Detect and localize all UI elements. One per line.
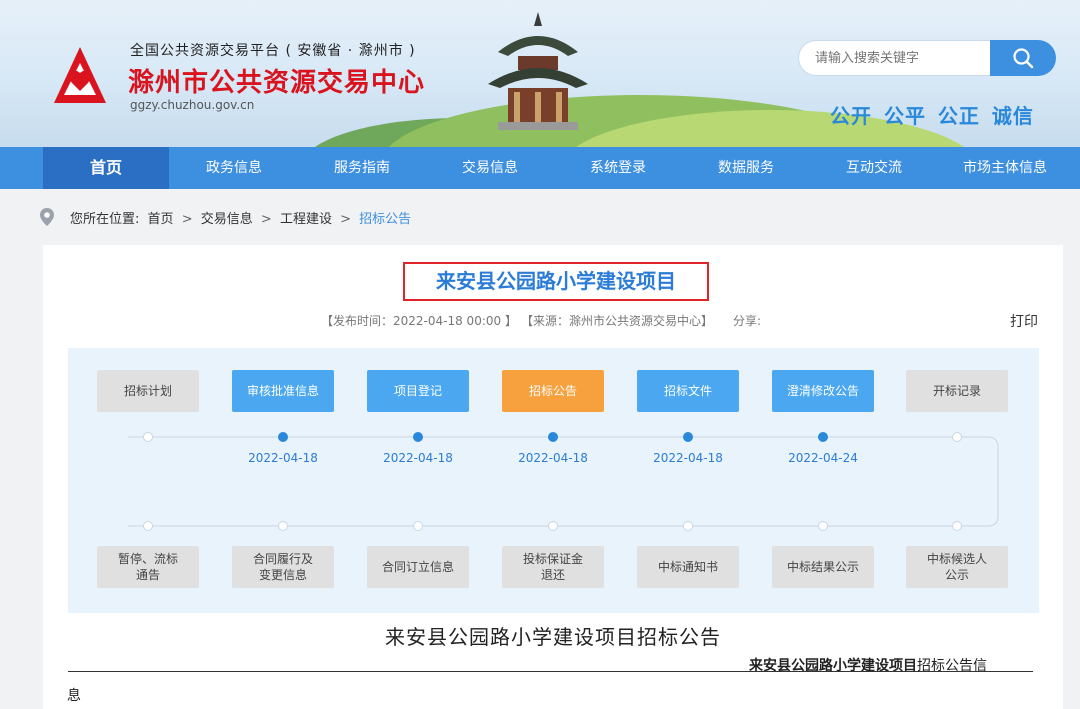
nav-item-home[interactable]: 首页 (43, 147, 169, 189)
flow-step-top[interactable]: 审核批准信息 (232, 370, 334, 412)
flow-dot-bottom (143, 521, 153, 531)
breadcrumb-separator: > (340, 212, 351, 227)
flow-dot-bottom (818, 521, 828, 531)
search-input[interactable] (798, 40, 998, 76)
location-pin-icon (40, 208, 54, 226)
nav-item-trade-info[interactable]: 交易信息 (426, 147, 554, 189)
flow-dot-bottom (683, 521, 693, 531)
flow-dot-bottom (278, 521, 288, 531)
breadcrumb-item-engineering[interactable]: 工程建设 (280, 212, 332, 227)
flow-step-top[interactable]: 招标文件 (637, 370, 739, 412)
flow-step-date: 2022-04-18 (518, 451, 588, 465)
flow-dot-top (548, 432, 558, 442)
project-title-highlight: 来安县公园路小学建设项目 (403, 262, 709, 301)
flow-dot-bottom (548, 521, 558, 531)
flow-step-bottom[interactable]: 合同履行及 变更信息 (232, 546, 334, 588)
nav-item-market-entity[interactable]: 市场主体信息 (930, 147, 1080, 189)
flow-step-top[interactable]: 招标计划 (97, 370, 199, 412)
nav-item-data-service[interactable]: 数据服务 (682, 147, 810, 189)
flow-step-date: 2022-04-18 (653, 451, 723, 465)
search-button[interactable] (990, 40, 1056, 76)
document-divider (68, 671, 1033, 672)
flow-step-date: 2022-04-18 (383, 451, 453, 465)
flow-step-bottom[interactable]: 中标通知书 (637, 546, 739, 588)
nav-item-interaction[interactable]: 互动交流 (810, 147, 938, 189)
flow-dot-top (952, 432, 962, 442)
flow-step-top[interactable]: 开标记录 (906, 370, 1008, 412)
nav-item-system-login[interactable]: 系统登录 (554, 147, 682, 189)
search-icon (1013, 48, 1034, 69)
flow-step-top[interactable]: 项目登记 (367, 370, 469, 412)
breadcrumb-separator: > (260, 212, 272, 227)
flow-dot-top (413, 432, 423, 442)
search-box (798, 40, 1056, 76)
print-button[interactable]: 打印 (1010, 311, 1038, 331)
share-label[interactable]: 分享: (733, 312, 761, 329)
flow-step-date: 2022-04-18 (248, 451, 318, 465)
process-flow: 招标计划 审核批准信息 2022-04-18 项目登记 2022-04-18 招标公告 20… (68, 348, 1039, 613)
main-nav: 首页 政务信息 服务指南 交易信息 系统登录 数据服务 互动交流 市场主体信息 (0, 147, 1080, 189)
breadcrumb-text: 您所在位置: 首页 > 交易信息 > 工程建设 > 招标公告 (70, 208, 411, 227)
flow-dot-top (818, 432, 828, 442)
slogan: 公开 公平 公正 诚信 (830, 104, 1034, 128)
flow-step-bottom[interactable]: 合同订立信息 (367, 546, 469, 588)
project-title: 来安县公园路小学建设项目 (436, 269, 676, 293)
source: 【来源：滁州市公共资源交易中心】 (521, 314, 714, 328)
document-subtitle: 来安县公园路小学建设项目招标公告信 (749, 655, 987, 675)
nav-item-service-guide[interactable]: 服务指南 (298, 147, 426, 189)
flow-step-top[interactable]: 澄清修改公告 (772, 370, 874, 412)
nav-item-gov-info[interactable]: 政务信息 (170, 147, 298, 189)
flow-step-bottom[interactable]: 中标结果公示 (772, 546, 874, 588)
content-panel: 来安县公园路小学建设项目 【发布时间：2022-04-18 00:00 】 【来… (43, 245, 1063, 709)
flow-step-bottom[interactable]: 投标保证金 退还 (502, 546, 604, 588)
flow-line-turn (957, 436, 999, 527)
publish-time: 【发布时间：2022-04-18 00:00 】 (321, 314, 517, 328)
flow-step-top[interactable]: 招标公告 (502, 370, 604, 412)
flow-dot-bottom (413, 521, 423, 531)
pavilion-illustration (488, 12, 588, 130)
site-header: 全国公共资源交易平台 ( 安徽省 · 滁州市 ) 滁州市公共资源交易中心 ggz… (0, 0, 1080, 147)
logo-icon (54, 47, 106, 103)
document-title: 来安县公园路小学建设项目招标公告 (385, 625, 721, 649)
flow-step-date: 2022-04-24 (788, 451, 858, 465)
breadcrumb-item-trade-info[interactable]: 交易信息 (201, 212, 253, 227)
site-domain: ggzy.chuzhou.gov.cn (130, 98, 255, 112)
breadcrumb-separator: > (181, 212, 193, 227)
breadcrumb-item-current[interactable]: 招标公告 (359, 212, 411, 227)
flow-dot-top (278, 432, 288, 442)
flow-dot-bottom (952, 521, 962, 531)
breadcrumb-label: 您所在位置: (70, 212, 140, 227)
flow-dot-top (683, 432, 693, 442)
flow-step-bottom[interactable]: 暂停、流标 通告 (97, 546, 199, 588)
flow-dot-top (143, 432, 153, 442)
flow-step-bottom[interactable]: 中标候选人 公示 (906, 546, 1008, 588)
document-continuation: 息 (67, 688, 81, 704)
site-subtitle: 全国公共资源交易平台 ( 安徽省 · 滁州市 ) (130, 43, 416, 59)
site-title: 滁州市公共资源交易中心 (128, 68, 426, 98)
breadcrumb-item-home[interactable]: 首页 (148, 212, 174, 227)
